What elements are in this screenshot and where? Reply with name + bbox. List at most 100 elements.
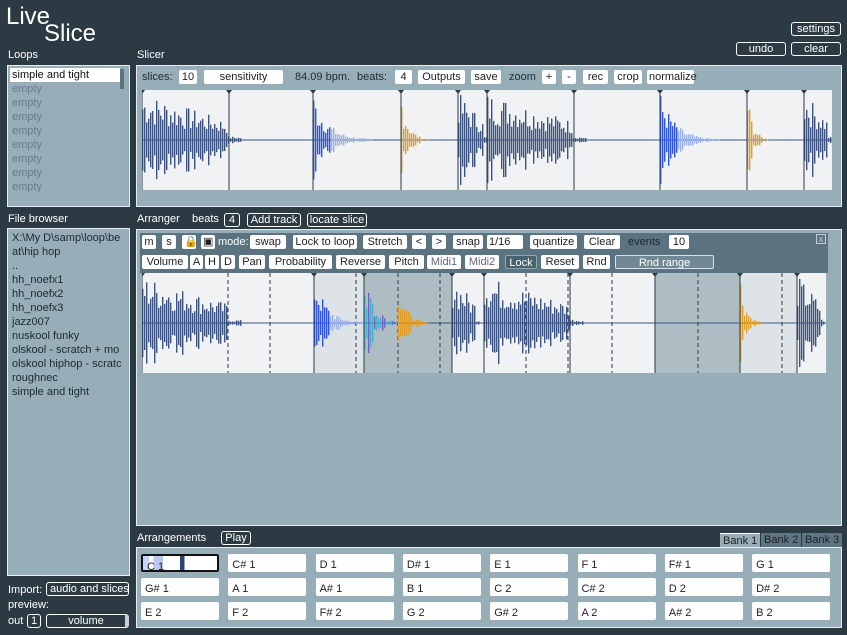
rec-button[interactable]: rec	[583, 70, 608, 84]
arrangement-slot[interactable]: G 2	[402, 602, 481, 620]
lock-to-loop-button[interactable]: Lock to loop	[293, 235, 357, 249]
rnd-range-slider[interactable]: Rnd range	[615, 255, 714, 269]
arrangement-slot[interactable]: A 2	[577, 602, 656, 620]
arrangement-slot[interactable]: F 1	[577, 554, 656, 572]
arrangement-slot[interactable]: E 2	[141, 602, 219, 620]
bank-tab-2[interactable]: Bank 2	[761, 533, 802, 548]
arrangement-slot[interactable]: A 1	[228, 578, 307, 596]
file-item[interactable]: nuskool funky	[10, 329, 127, 343]
arrangement-slot[interactable]: E 1	[490, 554, 569, 572]
arrangement-slot[interactable]: G 1	[752, 554, 831, 572]
arrangement-slot[interactable]: A# 2	[664, 602, 743, 620]
arrangement-slot[interactable]: B 1	[402, 578, 481, 596]
settings-button[interactable]: settings	[791, 22, 841, 36]
loop-item[interactable]: empty	[10, 180, 127, 194]
locate-slice-button[interactable]: locate slice	[307, 213, 367, 227]
arrangement-slot[interactable]: D# 1	[402, 554, 481, 572]
rnd-button[interactable]: Rnd	[583, 255, 610, 269]
snap-value-select[interactable]: 1/16	[487, 235, 523, 249]
file-item[interactable]: olskool - scratch + mo	[10, 343, 127, 357]
close-icon[interactable]: x	[816, 234, 826, 244]
arranger-beats-input[interactable]: 4	[224, 213, 240, 227]
import-mode-button[interactable]: audio and slices	[46, 582, 129, 596]
solo-button[interactable]: s	[162, 235, 176, 249]
volume-button[interactable]: Volume	[142, 255, 188, 269]
file-item[interactable]: at\hip hop	[10, 245, 127, 259]
arrangement-slot[interactable]: G# 1	[141, 578, 219, 596]
beats-input[interactable]: 4	[395, 70, 412, 84]
arrangement-slot[interactable]: A# 1	[315, 578, 394, 596]
decay-button[interactable]: D	[221, 255, 235, 269]
snap-button[interactable]: snap	[453, 235, 483, 249]
slice-marker-handle[interactable]	[801, 90, 807, 94]
arrangement-slot[interactable]: D 1	[315, 554, 394, 572]
arrangement-slot[interactable]: D 2	[664, 578, 743, 596]
dice-icon[interactable]: ▣	[201, 235, 215, 249]
next-button[interactable]: >	[432, 235, 446, 249]
crop-button[interactable]: crop	[614, 70, 642, 84]
add-track-button[interactable]: Add track	[247, 213, 301, 227]
lock-icon[interactable]: 🔒	[182, 235, 198, 249]
slice-marker-handle[interactable]	[455, 90, 461, 94]
clear-events-button[interactable]: Clear	[584, 235, 620, 249]
arrangement-slot[interactable]: G# 2	[490, 602, 569, 620]
slices-input[interactable]: 10	[179, 70, 197, 84]
file-item[interactable]: jazz007	[10, 315, 127, 329]
file-item[interactable]: hh_noefx3	[10, 301, 127, 315]
arrangement-slot[interactable]: D# 2	[752, 578, 831, 596]
slicer-waveform[interactable]	[142, 90, 832, 190]
arranger-track-waveform[interactable]	[142, 273, 826, 373]
arrangement-slot[interactable]: C 2	[490, 578, 569, 596]
file-item[interactable]: olskool hiphop - scratc	[10, 357, 127, 371]
slice-marker-handle[interactable]	[657, 90, 663, 94]
arrangement-slot[interactable]: F 2	[228, 602, 307, 620]
loop-item[interactable]: empty	[10, 124, 127, 138]
arrangement-slot[interactable]: C# 1	[228, 554, 307, 572]
quantize-button[interactable]: quantize	[530, 235, 577, 249]
slice-marker-handle[interactable]	[744, 90, 750, 94]
save-button[interactable]: save	[471, 70, 501, 84]
arrangement-slot[interactable]: F# 2	[315, 602, 394, 620]
lock-button[interactable]: Lock	[505, 255, 537, 269]
loop-item[interactable]: empty	[10, 152, 127, 166]
loops-scrollbar[interactable]	[120, 69, 124, 89]
arrangement-slot[interactable]: C# 2	[577, 578, 656, 596]
bank-tab-1[interactable]: Bank 1	[720, 533, 761, 548]
pitch-button[interactable]: Pitch	[389, 255, 424, 269]
slice-marker-handle[interactable]	[310, 90, 316, 94]
file-item[interactable]: X:\My D\samp\loop\be	[10, 231, 127, 245]
slice-marker-handle[interactable]	[142, 273, 145, 277]
zoom-in-button[interactable]: +	[542, 70, 556, 84]
attack-button[interactable]: A	[190, 255, 203, 269]
probability-button[interactable]: Probability	[269, 255, 332, 269]
slice-marker-handle[interactable]	[142, 90, 145, 94]
slice-marker-handle[interactable]	[398, 90, 404, 94]
slice-marker-handle[interactable]	[481, 273, 487, 277]
arrangement-slot[interactable]: B 2	[752, 602, 831, 620]
loop-item[interactable]: simple and tight	[10, 68, 120, 82]
loop-item[interactable]: empty	[10, 166, 127, 180]
midi2-button[interactable]: Midi2	[465, 255, 499, 269]
loop-item[interactable]: empty	[10, 110, 127, 124]
mute-button[interactable]: m	[142, 235, 156, 249]
arrangement-slot[interactable]: C 1	[141, 554, 219, 573]
volume-slider[interactable]: volume	[46, 614, 129, 628]
slice-marker-handle[interactable]	[484, 90, 490, 94]
file-item[interactable]: simple and tight	[10, 385, 127, 399]
file-item[interactable]: ..	[10, 259, 127, 273]
play-button[interactable]: Play	[221, 531, 251, 545]
clear-button[interactable]: clear	[791, 42, 841, 56]
hold-button[interactable]: H	[205, 255, 219, 269]
midi1-button[interactable]: Midi1	[427, 255, 461, 269]
bank-tab-3[interactable]: Bank 3	[802, 533, 843, 548]
reset-button[interactable]: Reset	[541, 255, 579, 269]
out-number[interactable]: 1	[27, 614, 41, 628]
file-item[interactable]: hh_noefx2	[10, 287, 127, 301]
slice-marker-handle[interactable]	[571, 90, 577, 94]
slice-marker-handle[interactable]	[226, 90, 232, 94]
undo-button[interactable]: undo	[736, 42, 786, 56]
arrangement-slot[interactable]: F# 1	[664, 554, 743, 572]
loop-item[interactable]: empty	[10, 82, 127, 96]
file-item[interactable]: hh_noefx1	[10, 273, 127, 287]
loop-item[interactable]: empty	[10, 138, 127, 152]
